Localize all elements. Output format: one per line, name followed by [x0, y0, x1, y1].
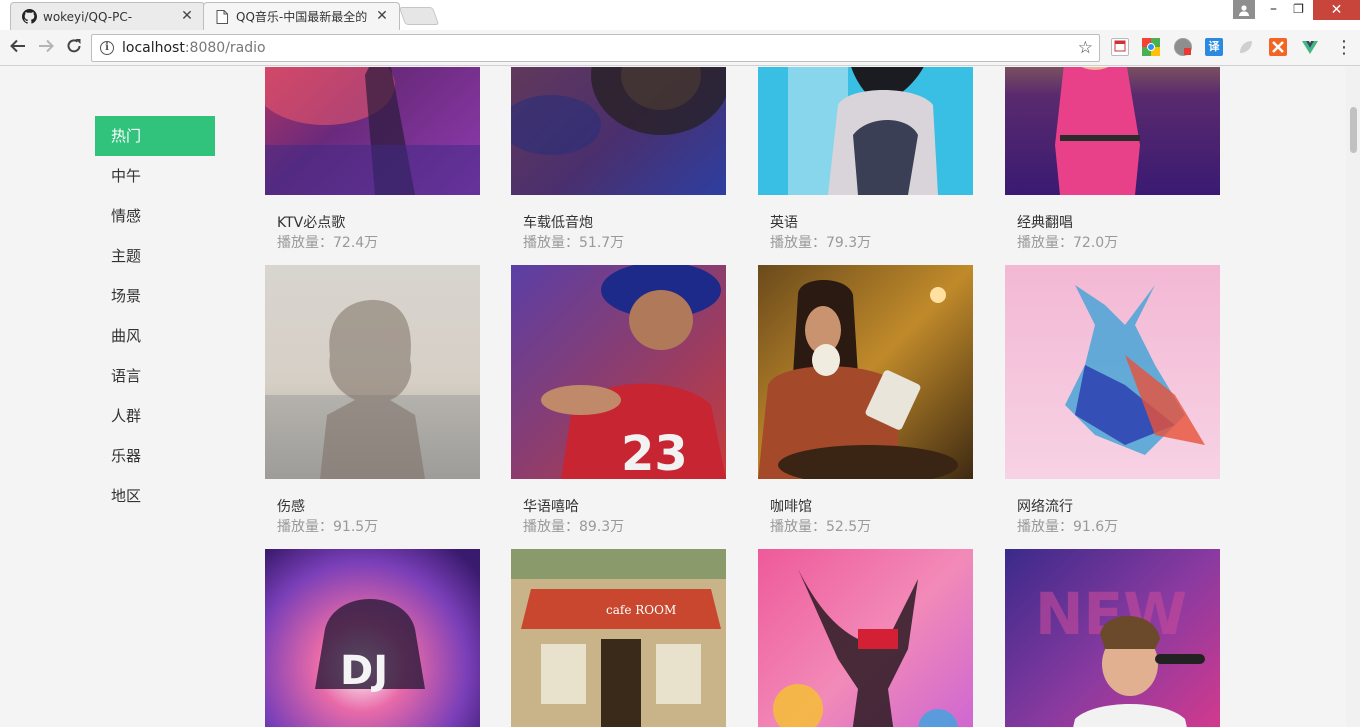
browser-menu-icon[interactable]: ⋮: [1335, 38, 1353, 58]
category-item-emotion[interactable]: 情感: [95, 196, 215, 236]
radio-play-count: 播放量：72.4万: [277, 235, 379, 251]
radio-card[interactable]: 车载低音炮 播放量：51.7万: [511, 67, 726, 251]
puzzle-ext-icon[interactable]: [1269, 38, 1287, 56]
radio-name[interactable]: 英语: [770, 212, 798, 232]
radio-card[interactable]: [758, 549, 973, 727]
category-item-instrument[interactable]: 乐器: [95, 436, 215, 476]
radio-name[interactable]: 伤感: [277, 496, 305, 516]
info-icon[interactable]: i: [100, 41, 114, 55]
radio-card[interactable]: 网络流行 播放量：91.6万: [1005, 265, 1220, 535]
category-sidebar: 热门 中午 情感 主题 场景 曲风 语言 人群 乐器 地区: [95, 116, 215, 516]
category-item-noon[interactable]: 中午: [95, 156, 215, 196]
radio-card[interactable]: KTV必点歌 播放量：72.4万: [265, 67, 480, 251]
leaf-ext-icon[interactable]: [1237, 38, 1255, 56]
minimize-button[interactable]: –: [1260, 0, 1287, 20]
browser-tab-qqmusic[interactable]: QQ音乐-中国最新最全的 ✕: [203, 2, 400, 30]
radio-card[interactable]: 23 华语嘻哈 播放量：89.3万: [511, 265, 726, 535]
vue-devtools-icon[interactable]: [1301, 38, 1319, 56]
category-item-theme[interactable]: 主题: [95, 236, 215, 276]
radio-name[interactable]: 经典翻唱: [1017, 212, 1073, 232]
browser-tab-github[interactable]: wokeyi/QQ-PC- ✕: [10, 2, 205, 30]
radio-card[interactable]: NEW: [1005, 549, 1220, 727]
radio-cover-image[interactable]: 23: [511, 265, 726, 479]
category-item-genre[interactable]: 曲风: [95, 316, 215, 356]
radio-card[interactable]: 伤感 播放量：91.5万: [265, 265, 480, 535]
category-item-crowd[interactable]: 人群: [95, 396, 215, 436]
restore-button[interactable]: ❐: [1285, 0, 1312, 20]
category-item-region[interactable]: 地区: [95, 476, 215, 516]
category-item-hot[interactable]: 热门: [95, 116, 215, 156]
radio-card[interactable]: 英语 播放量：79.3万: [758, 67, 973, 251]
bookmark-star-icon[interactable]: ☆: [1078, 38, 1093, 58]
radio-play-count: 播放量：91.5万: [277, 519, 379, 535]
radio-cover-image[interactable]: [758, 265, 973, 479]
svg-text:23: 23: [621, 426, 688, 479]
adblock-ext-icon[interactable]: [1174, 38, 1192, 56]
tab-title: wokeyi/QQ-PC-: [43, 9, 133, 24]
tab-title: QQ音乐-中国最新最全的: [236, 10, 368, 24]
new-tab-button[interactable]: [398, 7, 440, 25]
radio-play-count: 播放量：91.6万: [1017, 519, 1119, 535]
radio-play-count: 播放量：52.5万: [770, 519, 872, 535]
page-scrollbar[interactable]: [1346, 67, 1360, 727]
back-arrow-icon[interactable]: [7, 37, 29, 59]
category-item-language[interactable]: 语言: [95, 356, 215, 396]
radio-cover-image[interactable]: [265, 67, 480, 195]
radio-cover-image[interactable]: [1005, 265, 1220, 479]
radio-name[interactable]: KTV必点歌: [277, 212, 345, 232]
radio-play-count: 播放量：89.3万: [523, 519, 625, 535]
radio-cover-image[interactable]: NEW: [1005, 549, 1220, 727]
window-close-button[interactable]: ✕: [1313, 0, 1360, 20]
radio-play-count: 播放量：79.3万: [770, 235, 872, 251]
browser-tabstrip: wokeyi/QQ-PC- ✕ QQ音乐-中国最新最全的 ✕ – ❐ ✕: [0, 0, 1360, 30]
browser-toolbar: i localhost:8080/radio ☆ 译 ⋮: [0, 30, 1360, 66]
url-path: :8080/radio: [184, 40, 266, 56]
category-item-scene[interactable]: 场景: [95, 276, 215, 316]
page-viewport: 热门 中午 情感 主题 场景 曲风 语言 人群 乐器 地区 KTV必点歌 播放量…: [0, 67, 1346, 727]
close-icon[interactable]: ✕: [375, 9, 389, 23]
radio-card[interactable]: 咖啡馆 播放量：52.5万: [758, 265, 973, 535]
radio-cover-image[interactable]: [511, 67, 726, 195]
close-icon[interactable]: ✕: [180, 9, 194, 23]
radio-name[interactable]: 网络流行: [1017, 496, 1073, 516]
github-icon: [21, 9, 37, 25]
address-bar[interactable]: i localhost:8080/radio ☆: [91, 34, 1100, 62]
radio-name[interactable]: 车载低音炮: [523, 212, 593, 232]
cover-text: DJ: [340, 648, 388, 694]
reload-icon[interactable]: [63, 37, 85, 59]
radio-card[interactable]: 经典翻唱 播放量：72.0万: [1005, 67, 1220, 251]
user-profile-icon[interactable]: [1233, 0, 1255, 19]
scrollbar-thumb[interactable]: [1350, 107, 1357, 153]
notes-ext-icon[interactable]: [1111, 38, 1129, 56]
radio-card[interactable]: cafe ROOM: [511, 549, 726, 727]
radio-cover-image[interactable]: [265, 265, 480, 479]
translate-ext-icon[interactable]: 译: [1205, 38, 1223, 56]
radio-cover-image[interactable]: cafe ROOM: [511, 549, 726, 727]
page-icon: [214, 9, 230, 25]
radio-play-count: 播放量：51.7万: [523, 235, 625, 251]
chrome-ext-icon[interactable]: [1142, 38, 1160, 56]
forward-arrow-icon[interactable]: [35, 37, 57, 59]
radio-cover-image[interactable]: [758, 549, 973, 727]
cover-text: cafe ROOM: [606, 603, 676, 617]
radio-name[interactable]: 咖啡馆: [770, 496, 812, 516]
radio-cover-image[interactable]: [758, 67, 973, 195]
radio-card[interactable]: DJ: [265, 549, 480, 727]
radio-name[interactable]: 华语嘻哈: [523, 496, 579, 516]
url-host: localhost: [122, 40, 185, 56]
radio-play-count: 播放量：72.0万: [1017, 235, 1119, 251]
radio-cover-image[interactable]: [1005, 67, 1220, 195]
radio-cover-image[interactable]: DJ: [265, 549, 480, 727]
